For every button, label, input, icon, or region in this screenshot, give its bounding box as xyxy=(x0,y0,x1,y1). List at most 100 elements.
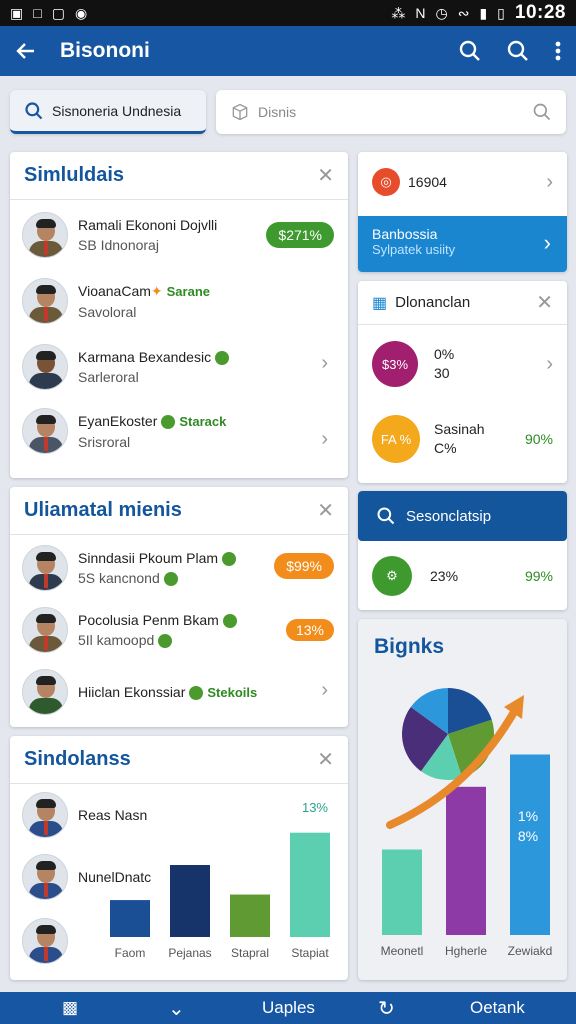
chart-bar xyxy=(110,900,150,937)
nav-label-1[interactable]: Uaples xyxy=(262,998,315,1018)
card-title: Dlonanclan xyxy=(395,294,471,311)
list-item[interactable]: Hiiclan Ekonssiar Stekoils xyxy=(22,669,338,715)
chevron-right-icon[interactable]: › xyxy=(321,352,328,375)
battery-icon: ▯ xyxy=(497,4,505,21)
alarm-icon: ◷ xyxy=(435,4,448,21)
notification-icon: ▣ xyxy=(10,4,24,21)
calculator-icon: ▦ xyxy=(372,294,388,312)
person-tag: Starack xyxy=(179,413,227,429)
leaf-icon xyxy=(222,614,237,629)
grid-icon[interactable]: ▩ xyxy=(62,998,78,1018)
list-item[interactable]: EyanEkoster Starack Srisroral xyxy=(22,408,338,454)
chevron-right-icon[interactable]: › xyxy=(544,230,551,256)
infographic-chart: Meonetl Hgherle Zewiakd 1% 8% xyxy=(381,688,552,958)
nfc-icon: N xyxy=(415,5,426,21)
search-icon[interactable] xyxy=(458,39,482,63)
highlight-item[interactable]: Banbossia Sylpatek usiity › xyxy=(358,216,567,272)
chart-bar xyxy=(446,786,486,935)
image-icon: □ xyxy=(33,4,42,21)
x-tick-label: Faom xyxy=(115,946,146,960)
search-row: Sisnoneria Undnesia Disnis xyxy=(0,84,576,140)
row-line-2: C% xyxy=(434,440,457,456)
chart-bar xyxy=(170,865,210,937)
settings-icon: ⚙ xyxy=(372,556,412,596)
list-item[interactable]: ◎ 16904 › xyxy=(358,160,567,204)
card-header: Sindolanss ✕ xyxy=(10,736,348,784)
person-name: Karmana Bexandesic xyxy=(78,349,212,365)
chart-bar xyxy=(382,849,422,935)
avatar xyxy=(22,545,68,591)
close-icon[interactable]: ✕ xyxy=(317,747,334,772)
status-bar: ▣ □ ▢ ◉ ⁂ N ◷ ∾ ▮ ▯ 10:28 xyxy=(0,0,576,26)
search-placeholder: Disnis xyxy=(258,104,297,120)
person-sub: SB Idnonoraj xyxy=(78,237,159,253)
x-tick-label: Hgherle xyxy=(445,944,487,958)
close-icon[interactable]: ✕ xyxy=(536,290,553,315)
card-header: Uliamatal mienis ✕ xyxy=(10,487,348,535)
list-item[interactable]: VioanaCam✦ Sarane Savoloral xyxy=(22,278,338,324)
row-line-1: Sasinah xyxy=(434,421,485,437)
card-title: Simluldais xyxy=(24,164,125,186)
chevron-right-icon[interactable]: › xyxy=(321,679,328,702)
app-title: Bisononi xyxy=(60,39,150,62)
percent-circle: $3% xyxy=(372,341,418,387)
avatar xyxy=(22,854,68,900)
clock: 10:28 xyxy=(514,2,566,23)
card-uliamatal: Uliamatal mienis ✕ Sinndasii Pkoum Plam 5… xyxy=(10,487,348,727)
chevron-right-icon[interactable]: › xyxy=(546,353,553,376)
highlight-title: Banbossia xyxy=(372,226,438,242)
close-icon[interactable]: ✕ xyxy=(317,163,334,188)
refresh-icon[interactable]: ↻ xyxy=(378,996,395,1021)
search-icon xyxy=(25,101,43,119)
card-header: ▦ Dlonanclan ✕ xyxy=(358,281,567,325)
list-item[interactable]: FA % Sasinah C% 90% xyxy=(358,413,567,465)
card-sindolanss: Sindolanss ✕ Reas Nasn NunelDnatc 13% Fa… xyxy=(10,736,348,980)
x-tick-label: Pejanas xyxy=(168,946,211,960)
person-sub: Sarleroral xyxy=(78,369,139,385)
avatar xyxy=(22,212,68,258)
chevron-right-icon[interactable]: › xyxy=(546,171,553,194)
list-item[interactable]: $3% 0% 30 › xyxy=(358,339,567,389)
list-item[interactable]: Karmana Bexandesic Sarleroral xyxy=(22,344,338,390)
close-icon[interactable]: ✕ xyxy=(317,498,334,523)
status-badge: $99% xyxy=(274,553,334,579)
avatar xyxy=(22,607,68,653)
leaf-icon xyxy=(189,685,204,700)
person-sub: Srisroral xyxy=(78,433,131,450)
status-badge: $271% xyxy=(266,222,334,248)
search-input[interactable]: Disnis xyxy=(216,90,566,134)
bluetooth-icon: ⁂ xyxy=(391,4,406,21)
person-tag: Sarane xyxy=(166,283,211,299)
nav-label-2[interactable]: Oetank xyxy=(470,998,525,1018)
back-arrow-icon[interactable] xyxy=(14,39,38,63)
search-tab-left[interactable]: Sisnoneria Undnesia xyxy=(10,90,206,134)
chart-top-label: 13% xyxy=(302,800,328,815)
bar-label: 8% xyxy=(518,828,538,844)
search-icon xyxy=(377,507,395,525)
chart-bar xyxy=(290,832,330,937)
card-title: Uliamatal mienis xyxy=(24,499,182,521)
x-tick-label: Stapiat xyxy=(291,946,329,960)
avatar xyxy=(22,344,68,390)
more-vert-icon[interactable] xyxy=(554,39,562,63)
chevron-down-icon[interactable]: ⌄ xyxy=(168,996,185,1021)
pin-icon xyxy=(158,634,173,649)
bottom-nav: ▩ ⌄ Uaples ↻ Oetank xyxy=(0,992,576,1024)
person-name: Hiiclan Ekonssiar xyxy=(78,683,186,700)
row-value: 16904 xyxy=(408,174,447,190)
star-icon: ✦ xyxy=(150,282,163,299)
search-icon xyxy=(533,103,551,121)
signal-icon: ▮ xyxy=(479,4,488,21)
search-tab-label: Sisnoneria Undnesia xyxy=(52,102,182,119)
fa-circle: FA % xyxy=(372,415,420,463)
card-title: Sindolanss xyxy=(24,748,131,770)
list-item[interactable]: ⚙ 23% 99% xyxy=(358,553,567,599)
search-button[interactable]: Sesonclatsip xyxy=(358,491,567,541)
search-icon-2[interactable] xyxy=(506,39,530,63)
leaf-icon xyxy=(161,414,176,429)
chevron-right-icon[interactable]: › xyxy=(321,428,328,451)
lock-icon: ◉ xyxy=(74,4,88,21)
row-value: 90% xyxy=(524,431,553,447)
compass-icon: ◎ xyxy=(372,168,400,196)
app-bar: Bisononi xyxy=(0,26,576,76)
